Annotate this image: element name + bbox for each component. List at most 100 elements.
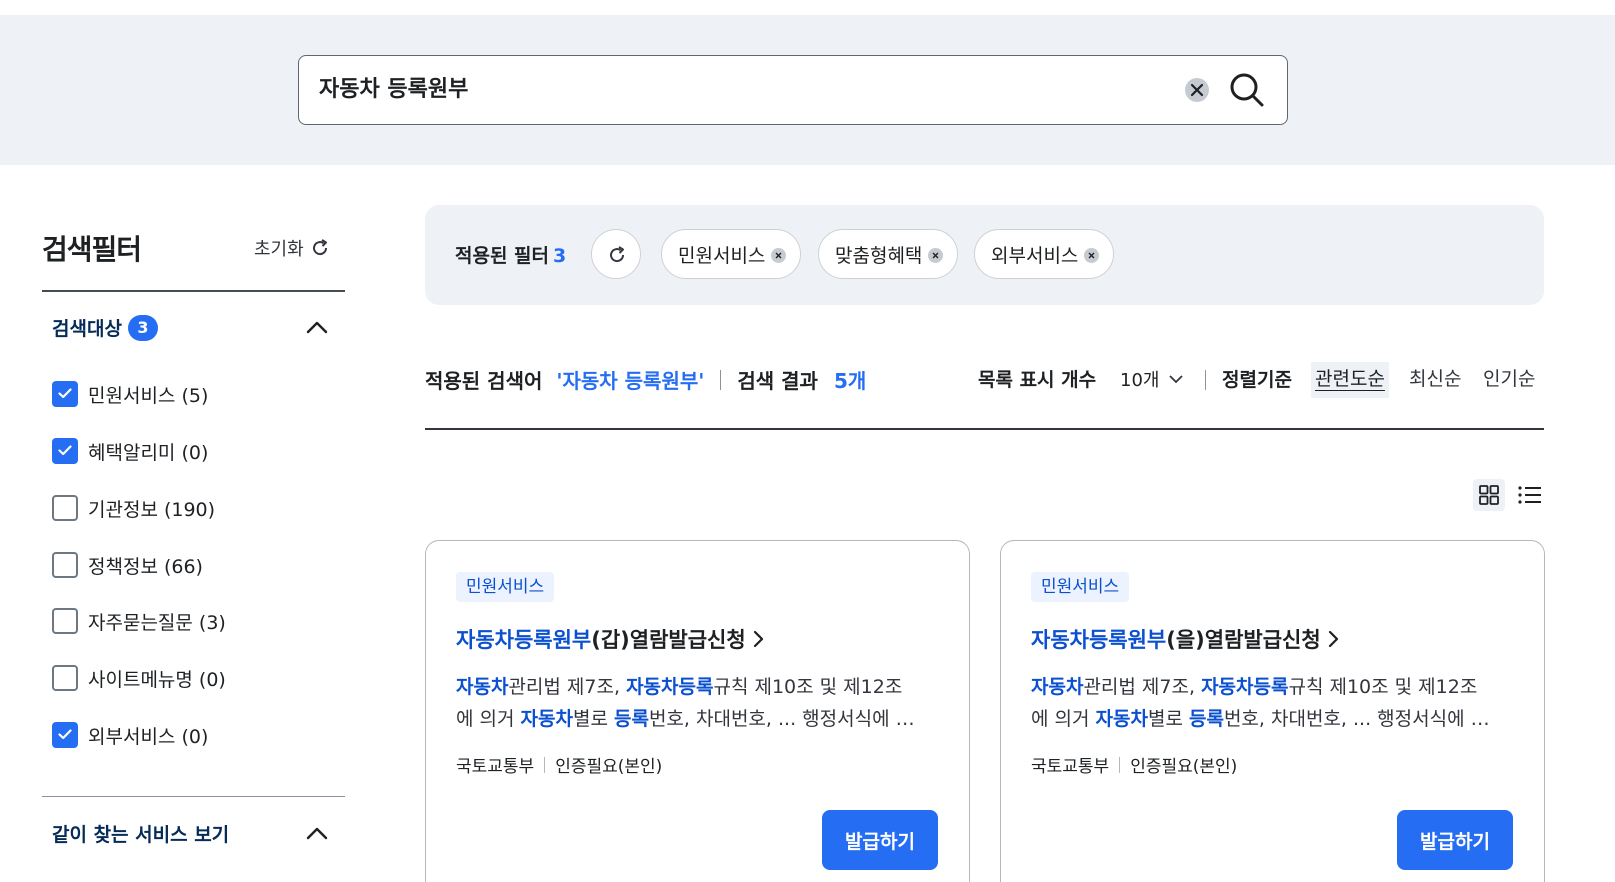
category-tag: 민원서비스 bbox=[456, 572, 555, 602]
chevron-down-icon bbox=[1169, 374, 1184, 383]
card-title: 자동차등록원부(을)열람발급신청 bbox=[1031, 624, 1321, 654]
per-page-value: 10개 bbox=[1120, 370, 1160, 391]
search-target-label: 검색대상 bbox=[52, 318, 122, 340]
description-text: 규칙 제10조 및 제12조 bbox=[713, 676, 903, 698]
sort-latest[interactable]: 최신순 bbox=[1405, 362, 1465, 398]
agency-name: 국토교통부 bbox=[1031, 757, 1110, 777]
checkbox[interactable] bbox=[52, 722, 78, 748]
description-text: 별로 bbox=[572, 708, 614, 730]
description-text: 관리법 제7조, bbox=[1083, 676, 1202, 698]
search-target-option[interactable]: 외부서비스 (0) bbox=[52, 721, 208, 749]
filter-chip[interactable]: 맞춤형혜택 bbox=[818, 229, 959, 279]
search-target-option[interactable]: 정책정보 (66) bbox=[52, 551, 203, 579]
sort-relevance[interactable]: 관련도순 bbox=[1311, 362, 1389, 398]
results-divider bbox=[425, 428, 1544, 430]
check-icon bbox=[58, 729, 72, 740]
option-label: 외부서비스 (0) bbox=[88, 725, 209, 748]
results-summary: 적용된 검색어 '자동차 등록원부' 검색 결과 5개 bbox=[425, 365, 866, 394]
card-title-link[interactable]: 자동차등록원부(을)열람발급신청 bbox=[1031, 624, 1339, 654]
title-highlight: 자동차등록원부 bbox=[456, 628, 592, 652]
refresh-icon bbox=[312, 239, 327, 256]
agency-name: 국토교통부 bbox=[456, 757, 535, 777]
description-line: 에 의거 자동차별로 등록번호, 차대번호, ... 행정서식에 … bbox=[1031, 703, 1511, 735]
reset-filters-button[interactable] bbox=[591, 229, 641, 279]
sort-popular[interactable]: 인기순 bbox=[1479, 362, 1539, 398]
checkbox[interactable] bbox=[52, 665, 78, 691]
issue-button[interactable]: 발급하기 bbox=[1397, 810, 1513, 870]
card-description: 자동차관리법 제7조, 자동차등록규칙 제10조 및 제12조 에 의거 자동차별… bbox=[456, 671, 936, 735]
per-page-select[interactable]: 10개 bbox=[1120, 366, 1184, 392]
divider bbox=[544, 756, 546, 773]
search-target-option[interactable]: 사이트메뉴명 (0) bbox=[52, 664, 226, 692]
check-icon bbox=[58, 445, 72, 456]
option-label: 기관정보 (190) bbox=[88, 498, 216, 521]
chevron-up-icon[interactable] bbox=[306, 826, 328, 840]
keyword-highlight: 자동차등록 bbox=[1201, 676, 1289, 698]
description-line: 자동차관리법 제7조, 자동차등록규칙 제10조 및 제12조 bbox=[1031, 671, 1511, 703]
divider bbox=[1119, 756, 1121, 773]
reset-label: 초기화 bbox=[254, 239, 304, 260]
search-box[interactable]: 자동차 등록원부 bbox=[298, 55, 1288, 125]
remove-chip-icon[interactable] bbox=[1084, 247, 1100, 263]
card-meta: 국토교통부 인증필요(본인) bbox=[456, 752, 662, 777]
result-card: 민원서비스자동차등록원부(을)열람발급신청자동차관리법 제7조, 자동차등록규칙… bbox=[1000, 540, 1545, 882]
search-target-option[interactable]: 민원서비스 (5) bbox=[52, 380, 208, 408]
divider bbox=[720, 369, 722, 390]
filter-chip[interactable]: 외부서비스 bbox=[974, 229, 1115, 279]
filter-title: 검색필터 bbox=[42, 233, 142, 266]
keyword-highlight: 등록 bbox=[1188, 708, 1224, 730]
chevron-right-icon bbox=[753, 630, 763, 648]
search-target-option[interactable]: 혜택알리미 (0) bbox=[52, 437, 208, 465]
search-target-option[interactable]: 기관정보 (190) bbox=[52, 494, 215, 522]
checkbox[interactable] bbox=[52, 495, 78, 521]
description-line: 에 의거 자동차별로 등록번호, 차대번호, ... 행정서식에 … bbox=[456, 703, 936, 735]
list-view-icon[interactable] bbox=[1515, 480, 1545, 510]
auth-requirement: 인증필요(본인) bbox=[555, 757, 663, 777]
description-text: 별로 bbox=[1147, 708, 1189, 730]
card-title-link[interactable]: 자동차등록원부(갑)열람발급신청 bbox=[456, 624, 764, 654]
keyword-label: 적용된 검색어 bbox=[425, 369, 543, 393]
result-card: 민원서비스자동차등록원부(갑)열람발급신청자동차관리법 제7조, 자동차등록규칙… bbox=[425, 540, 970, 882]
checkbox[interactable] bbox=[52, 552, 78, 578]
option-label: 자주묻는질문 (3) bbox=[88, 611, 226, 634]
check-icon bbox=[58, 388, 72, 399]
option-label: 민원서비스 (5) bbox=[88, 384, 209, 407]
refresh-icon bbox=[610, 246, 625, 263]
checkbox[interactable] bbox=[52, 381, 78, 407]
issue-button[interactable]: 발급하기 bbox=[822, 810, 938, 870]
card-title: 자동차등록원부(갑)열람발급신청 bbox=[456, 624, 746, 654]
description-text: 번호, 차대번호, ... 행정서식에 … bbox=[648, 708, 915, 730]
remove-chip-icon[interactable] bbox=[771, 247, 787, 263]
search-band: 자동차 등록원부 bbox=[0, 15, 1615, 165]
chevron-up-icon[interactable] bbox=[306, 320, 328, 334]
checkbox[interactable] bbox=[52, 438, 78, 464]
search-target-header[interactable]: 검색대상 3 bbox=[52, 314, 158, 341]
keyword-highlight: 자동차등록 bbox=[626, 676, 714, 698]
clear-search-icon[interactable] bbox=[1185, 78, 1209, 102]
search-target-option[interactable]: 자주묻는질문 (3) bbox=[52, 607, 226, 635]
card-meta: 국토교통부 인증필요(본인) bbox=[1031, 752, 1237, 777]
description-text: 에 의거 bbox=[1031, 708, 1096, 730]
keyword-highlight: 자동차 bbox=[1031, 676, 1084, 698]
checkbox[interactable] bbox=[52, 608, 78, 634]
category-tag: 민원서비스 bbox=[1031, 572, 1130, 602]
grid-view-icon[interactable] bbox=[1473, 479, 1505, 511]
title-text: (을)열람발급신청 bbox=[1166, 628, 1321, 652]
keyword-highlight: 자동차 bbox=[1095, 708, 1148, 730]
divider bbox=[1205, 370, 1206, 390]
result-label: 검색 결과 bbox=[737, 369, 818, 393]
remove-chip-icon[interactable] bbox=[928, 247, 944, 263]
option-label: 혜택알리미 (0) bbox=[88, 441, 209, 464]
applied-keyword: '자동차 등록원부' bbox=[556, 369, 705, 393]
search-icon[interactable] bbox=[1229, 72, 1265, 108]
filter-chip[interactable]: 민원서비스 bbox=[661, 229, 802, 279]
applied-filter-label: 적용된 필터 3 bbox=[455, 245, 567, 267]
search-input[interactable]: 자동차 등록원부 bbox=[319, 56, 468, 124]
related-services-header[interactable]: 같이 찾는 서비스 보기 bbox=[52, 820, 229, 847]
option-label: 정책정보 (66) bbox=[88, 555, 203, 578]
description-line: 자동차관리법 제7조, 자동차등록규칙 제10조 및 제12조 bbox=[456, 671, 936, 703]
applied-filter-count: 3 bbox=[553, 245, 567, 267]
reset-button[interactable]: 초기화 bbox=[254, 235, 330, 261]
chevron-right-icon bbox=[1328, 630, 1338, 648]
keyword-highlight: 자동차 bbox=[456, 676, 509, 698]
